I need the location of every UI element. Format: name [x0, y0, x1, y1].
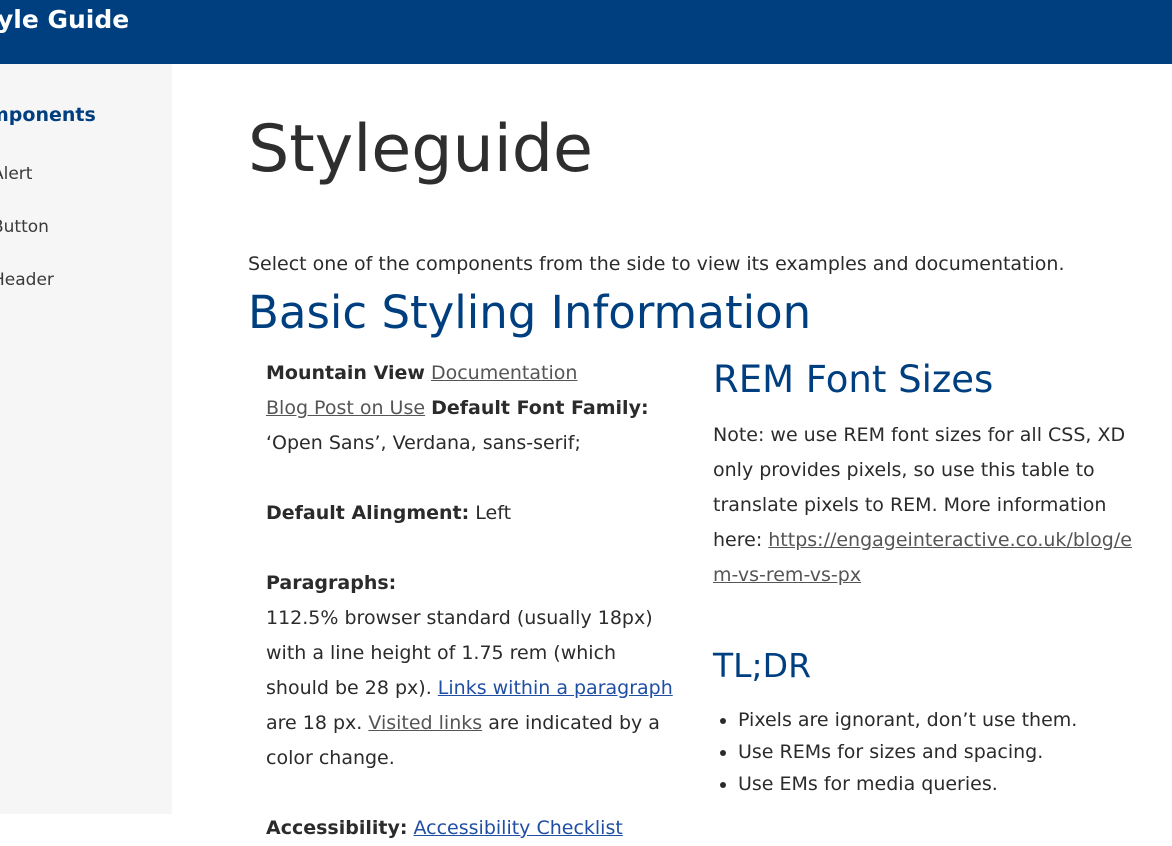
default-alignment-label: Default Alingment: — [266, 502, 470, 524]
accessibility-checklist-link[interactable]: Accessibility Checklist — [414, 817, 623, 839]
alignment-paragraph: Default Alingment: Left — [266, 496, 676, 531]
list-item: Pixels are ignorant, don’t use them. — [738, 704, 1077, 736]
accessibility-paragraph: Accessibility: Accessibility Checklist — [266, 811, 676, 846]
main-content: Styleguide Select one of the components … — [172, 64, 1172, 839]
paragraphs-info: Paragraphs: 112.5% browser standard (usu… — [266, 566, 676, 776]
default-alignment-value: Left — [475, 502, 512, 524]
site-header: Style Guide — [0, 0, 1172, 64]
intro-text: Select one of the components from the si… — [248, 253, 1065, 275]
links-size-text: are 18 px. — [266, 712, 363, 734]
default-font-family-value: ‘Open Sans’, Verdana, sans-serif; — [266, 432, 581, 454]
site-title-link[interactable]: Style Guide — [0, 5, 129, 34]
sidebar-item-button[interactable]: Button — [0, 217, 49, 237]
tldr-list: Pixels are ignorant, don’t use them. Use… — [713, 704, 1077, 800]
default-font-family-label: Default Font Family: — [431, 397, 649, 419]
sidebar-heading-components: Components — [0, 104, 96, 126]
visited-links-link[interactable]: Visited links — [368, 712, 482, 734]
paragraphs-label: Paragraphs: — [266, 572, 397, 594]
font-info-paragraph: Mountain View Documentation Blog Post on… — [266, 356, 676, 461]
list-item: Use EMs for media queries. — [738, 768, 1077, 800]
rem-note: Note: we use REM font sizes for all CSS,… — [713, 418, 1143, 593]
links-within-paragraph-link[interactable]: Links within a paragraph — [438, 677, 673, 699]
tldr-heading: TL;DR — [713, 646, 812, 685]
list-item: Use REMs for sizes and spacing. — [738, 736, 1077, 768]
accessibility-label: Accessibility: — [266, 817, 408, 839]
rem-info-link[interactable]: https://engageinteractive.co.uk/blog/em-… — [713, 529, 1132, 586]
section-heading-basic-styling: Basic Styling Information — [248, 286, 812, 339]
sidebar: Components Alert Button Header — [0, 64, 172, 814]
blog-post-link[interactable]: Blog Post on Use — [266, 397, 425, 419]
rem-font-sizes-heading: REM Font Sizes — [713, 358, 994, 401]
sidebar-item-header[interactable]: Header — [0, 270, 54, 290]
documentation-link[interactable]: Documentation — [431, 362, 577, 384]
page-title: Styleguide — [248, 112, 594, 187]
mountain-view-label: Mountain View — [266, 362, 425, 384]
styling-info-column: Mountain View Documentation Blog Post on… — [266, 356, 676, 846]
sidebar-item-alert[interactable]: Alert — [0, 164, 32, 184]
